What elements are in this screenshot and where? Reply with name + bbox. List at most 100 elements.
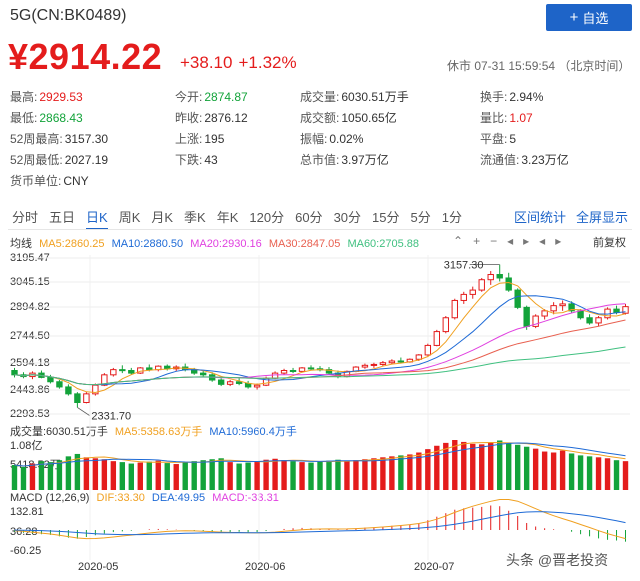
volume-bar	[389, 456, 395, 490]
candle-body	[559, 303, 566, 307]
volume-bar	[20, 466, 27, 490]
volume-bar	[425, 449, 431, 490]
volume-bar	[281, 460, 287, 490]
candle-body	[226, 381, 234, 385]
candle-body	[217, 379, 225, 385]
candle-body	[65, 386, 72, 395]
candle-body	[388, 360, 396, 364]
volume-bar	[577, 455, 584, 490]
volume-bar	[380, 457, 386, 490]
volume-bar	[622, 461, 629, 490]
candle-body	[146, 367, 153, 371]
volume-bar	[299, 462, 305, 490]
volume-bar	[56, 460, 63, 490]
volume-bar	[514, 444, 521, 490]
high-annotation: 3157.30	[444, 260, 484, 272]
volume-bar	[119, 462, 126, 490]
volume-bar	[218, 458, 224, 490]
candle-body	[514, 289, 521, 308]
volume-bar	[550, 452, 557, 490]
volume-bar	[613, 460, 620, 490]
volume-bar	[92, 458, 99, 490]
volume-bar	[227, 462, 233, 490]
candle-body	[541, 310, 548, 317]
volume-bar	[29, 463, 36, 490]
volume-bar	[335, 459, 341, 490]
volume-bar	[182, 462, 188, 490]
volume-bar	[434, 445, 440, 490]
candle-body	[253, 384, 261, 388]
volume-bar	[568, 453, 575, 490]
volume-bar	[604, 458, 611, 490]
candle-body	[460, 293, 467, 301]
candle-body	[397, 360, 405, 363]
candle-body	[424, 344, 432, 356]
volume-bar	[155, 460, 161, 490]
candle-body	[11, 370, 18, 376]
candle-body	[271, 372, 279, 379]
candle-body	[487, 274, 494, 281]
candle-body	[379, 362, 387, 365]
candle-body	[199, 372, 207, 376]
candle-body	[110, 369, 117, 376]
volume-bar	[443, 442, 449, 490]
candle-body	[550, 305, 557, 312]
volume-bar	[254, 461, 260, 490]
volume-bar	[164, 463, 170, 490]
candle-body	[361, 364, 369, 368]
volume-bar	[110, 461, 117, 490]
volume-bar	[541, 451, 548, 490]
candle-body	[451, 299, 458, 319]
candle-body	[56, 381, 63, 388]
volume-bar	[191, 461, 197, 490]
low-annotation: 2331.70	[91, 410, 131, 422]
candle-body	[586, 317, 593, 324]
candle-body	[577, 310, 584, 319]
candle-body	[442, 317, 449, 333]
volume-bar	[173, 464, 179, 490]
volume-bar	[470, 443, 476, 490]
volume-bar	[452, 440, 458, 490]
candle-body	[415, 354, 423, 360]
candle-body	[370, 363, 378, 366]
volume-bar	[497, 440, 503, 490]
volume-bar	[83, 457, 90, 490]
candle-body	[47, 376, 54, 383]
volume-bar	[200, 460, 206, 490]
volume-bar	[101, 459, 108, 490]
candle-body	[433, 331, 441, 346]
volume-bar	[146, 461, 152, 490]
dif-line	[14, 499, 626, 540]
volume-bar	[236, 463, 242, 490]
volume-bar	[317, 461, 323, 490]
volume-bar	[47, 462, 54, 490]
volume-bar	[344, 461, 350, 490]
candle-body	[235, 381, 243, 384]
volume-bar	[586, 456, 593, 490]
volume-bar	[523, 446, 530, 490]
candle-body	[128, 370, 135, 374]
volume-bar	[362, 459, 368, 490]
dea-line	[14, 511, 626, 536]
candle-body	[307, 367, 315, 370]
volume-bar	[353, 460, 359, 490]
candle-body	[523, 306, 530, 327]
candle-body	[478, 279, 485, 291]
candle-body	[505, 277, 512, 291]
volume-bar	[245, 462, 251, 490]
candle-body	[280, 370, 288, 374]
volume-bar	[326, 460, 332, 490]
volume-bar	[488, 442, 494, 490]
candle-body	[496, 274, 503, 279]
volume-bar	[479, 444, 485, 490]
volume-bar	[506, 443, 512, 490]
kline-chart[interactable]: 3157.30 2331.70	[0, 0, 640, 581]
volume-bar	[532, 448, 539, 490]
candle-body	[289, 370, 297, 373]
volume-bar	[308, 462, 314, 490]
volume-bar	[595, 457, 602, 490]
volume-bar	[137, 462, 143, 490]
candle-body	[298, 367, 306, 372]
volume-bar	[38, 461, 45, 490]
candle-body	[119, 369, 126, 372]
